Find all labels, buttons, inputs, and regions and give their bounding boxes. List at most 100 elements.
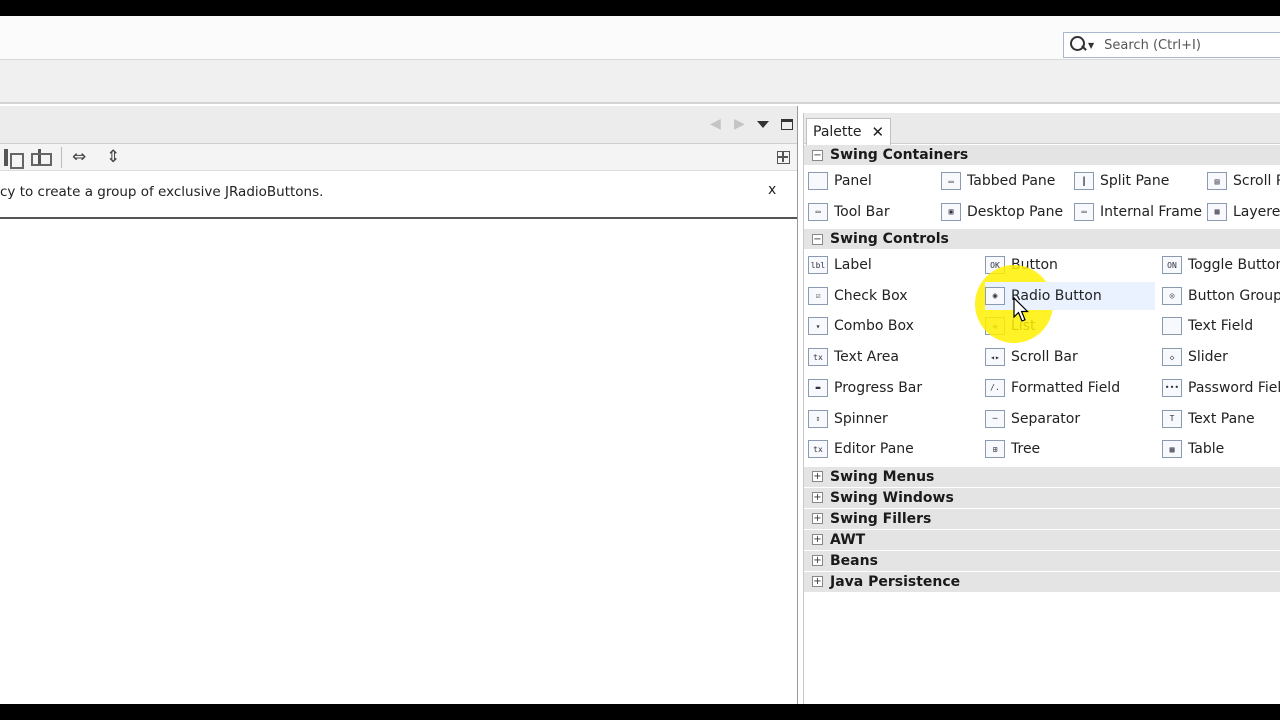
palette-item-label: Tool Bar: [834, 203, 890, 220]
palette-item-label: Tree: [1011, 441, 1041, 458]
align-center-icon[interactable]: [30, 149, 52, 166]
mouse-cursor-icon: [1013, 297, 1029, 322]
palette-category-swing-menus[interactable]: + Swing Menus: [804, 465, 1280, 487]
palette-category-label: Swing Menus: [830, 468, 935, 485]
scroll-right-icon[interactable]: ▶: [734, 116, 745, 132]
palette-item-label: Slider: [1188, 349, 1228, 366]
expand-icon[interactable]: +: [812, 513, 823, 525]
palette-category-swing-controls[interactable]: − Swing Controls: [804, 228, 1280, 249]
palette-item-tool-bar[interactable]: ▭ Tool Bar: [808, 198, 890, 226]
scroll-pane-icon: ▤: [1207, 172, 1227, 190]
palette-item-button-group[interactable]: ◎ Button Group: [1162, 282, 1280, 310]
palette-item-toggle-button[interactable]: ON Toggle Button: [1162, 251, 1280, 279]
search-icon[interactable]: [1068, 33, 1092, 57]
palette-category-label: AWT: [830, 531, 866, 548]
palette-item-label: Scroll P: [1233, 173, 1280, 189]
hint-text: cy to create a group of exclusive JRadio…: [0, 184, 324, 200]
palette-item-label: Internal Frame: [1100, 203, 1203, 220]
tab-list-dropdown-icon[interactable]: [757, 121, 769, 128]
palette-category-label: Beans: [830, 552, 878, 569]
text-area-icon: tx: [808, 348, 828, 367]
palette-item-text-field[interactable]: Text Field: [1162, 312, 1253, 340]
palette-item-table[interactable]: ▦ Table: [1162, 435, 1224, 463]
palette-item-slider[interactable]: ◇ Slider: [1162, 343, 1228, 371]
palette-category-beans[interactable]: + Beans: [804, 549, 1280, 571]
search-input[interactable]: [1104, 37, 1275, 53]
search-box[interactable]: ▼: [1063, 32, 1280, 58]
palette-panel: Palette ✕ − Swing Containers Panel ▭ Tabbed …: [803, 113, 1280, 704]
palette-item-formatted-field[interactable]: /. Formatted Field: [985, 374, 1120, 402]
expand-icon[interactable]: +: [812, 492, 823, 504]
resize-horizontal-icon[interactable]: ⇔: [72, 147, 86, 167]
expand-icon[interactable]: +: [812, 555, 823, 567]
close-icon[interactable]: ✕: [872, 123, 885, 141]
split-pane-icon: ┃: [1074, 172, 1094, 190]
palette-body: − Swing Containers Panel ▭ Tabbed Pane ┃ Split…: [804, 144, 1280, 592]
collapse-icon[interactable]: −: [812, 233, 823, 245]
combo-box-icon: ▾: [808, 317, 828, 336]
palette-category-java-persistence[interactable]: + Java Persistence: [804, 570, 1280, 592]
palette-item-label: Split Pane: [1100, 173, 1170, 189]
ide-window: ▼ ◀ ▶ ⇔ ⇕ cy to create a group of exclus…: [0, 16, 1280, 704]
formatted-field-icon: /.: [985, 378, 1005, 397]
palette-item-progress-bar[interactable]: ▬ Progress Bar: [808, 374, 922, 402]
button-group-icon: ◎: [1162, 286, 1182, 305]
palette-item-label: Panel: [834, 173, 872, 189]
resize-vertical-icon[interactable]: ⇕: [106, 147, 120, 167]
palette-item-scroll-bar[interactable]: ◂▸ Scroll Bar: [985, 343, 1078, 371]
palette-item-internal-frame[interactable]: ▭ Internal Frame: [1074, 198, 1202, 226]
palette-item-scroll-p[interactable]: ▤ Scroll P: [1207, 167, 1280, 195]
palette-item-label: Table: [1188, 441, 1225, 458]
palette-item-desktop-pane[interactable]: ▣ Desktop Pane: [941, 198, 1063, 226]
palette-item-check-box[interactable]: ☑ Check Box: [808, 282, 908, 310]
editor-tab-bar: ◀ ▶: [0, 106, 797, 144]
editor-toolbar: ⇔ ⇕: [0, 144, 797, 171]
palette-item-password-field[interactable]: ••• Password Field: [1162, 374, 1280, 402]
palette-item-tree[interactable]: ⊞ Tree: [985, 435, 1040, 463]
palette-item-label: Spinner: [834, 410, 888, 427]
scroll-left-icon[interactable]: ◀: [710, 116, 721, 132]
hint-bar: cy to create a group of exclusive JRadio…: [0, 171, 797, 219]
palette-category-swing-windows[interactable]: + Swing Windows: [804, 486, 1280, 508]
search-row: ▼: [0, 16, 1280, 60]
palette-item-label: Desktop Pane: [967, 203, 1064, 220]
palette-item-panel[interactable]: Panel: [808, 167, 872, 195]
palette-item-label: Formatted Field: [1011, 379, 1121, 396]
expand-icon[interactable]: +: [812, 471, 823, 483]
palette-item-label: Progress Bar: [834, 379, 923, 396]
palette-item-text-pane[interactable]: T Text Pane: [1162, 405, 1255, 433]
desktop-pane-icon: ▣: [941, 202, 961, 221]
palette-item-tabbed-pane[interactable]: ▭ Tabbed Pane: [941, 167, 1055, 195]
palette-category-swing-containers[interactable]: − Swing Containers: [804, 144, 1280, 165]
palette-item-text-area[interactable]: tx Text Area: [808, 343, 899, 371]
palette-item-separator[interactable]: ─ Separator: [985, 405, 1080, 433]
palette-item-label: Text Pane: [1188, 410, 1255, 427]
palette-item-label: Separator: [1011, 410, 1081, 427]
panel-icon: [808, 172, 828, 190]
palette-item-split-pane[interactable]: ┃ Split Pane: [1074, 167, 1169, 195]
palette-item-label: Scroll Bar: [1011, 349, 1078, 366]
expand-icon[interactable]: +: [812, 576, 823, 588]
palette-item-label[interactable]: lbl Label: [808, 251, 872, 279]
palette-category-swing-fillers[interactable]: + Swing Fillers: [804, 507, 1280, 529]
palette-category-awt[interactable]: + AWT: [804, 528, 1280, 550]
tab-palette[interactable]: Palette ✕: [806, 118, 892, 145]
palette-item-editor-pane[interactable]: tx Editor Pane: [808, 435, 914, 463]
toolbar-icon: ▭: [808, 202, 828, 221]
palette-item-layere[interactable]: ▦ Layere: [1207, 198, 1280, 226]
palette-item-spinner[interactable]: ⇕ Spinner: [808, 405, 888, 433]
expand-icon[interactable]: +: [812, 534, 823, 546]
internal-frame-icon: ▭: [1074, 202, 1094, 221]
table-icon: ▦: [1162, 440, 1182, 459]
hint-close-button[interactable]: x: [768, 182, 776, 198]
collapse-icon[interactable]: −: [812, 149, 823, 161]
maximize-icon[interactable]: [781, 119, 793, 130]
align-left-icon[interactable]: [4, 149, 24, 169]
palette-item-combo-box[interactable]: ▾ Combo Box: [808, 312, 914, 340]
separator-icon: ─: [985, 409, 1005, 428]
palette-item-label: Text Area: [834, 349, 899, 366]
palette-category-label: Swing Windows: [830, 489, 954, 506]
palette-category-label: Java Persistence: [830, 573, 961, 590]
palette-item-radio-button[interactable]: ◉ Radio Button: [985, 281, 1155, 310]
grid-icon[interactable]: [777, 151, 790, 164]
